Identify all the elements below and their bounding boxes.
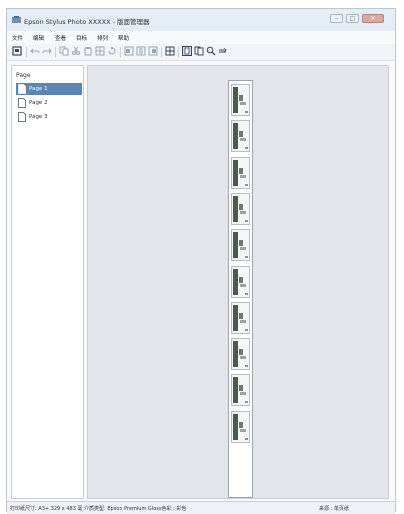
maximize-button[interactable]: □	[346, 14, 359, 23]
menu-target[interactable]: 目标	[76, 34, 87, 42]
photo-thumbnail[interactable]	[231, 192, 250, 225]
close-button[interactable]: ✕	[362, 14, 384, 23]
layout-canvas[interactable]	[87, 65, 389, 499]
photo-thumbnail[interactable]	[231, 120, 250, 153]
photo-thumbnail[interactable]	[231, 338, 250, 371]
page-list-panel: Page Page 1 Page 2 Page 3	[11, 65, 84, 499]
menu-arrange[interactable]: 排列	[97, 34, 108, 42]
page-list-item-label: Page 2	[29, 100, 48, 106]
photo-thumbnail[interactable]	[231, 301, 250, 334]
page-list-item-3[interactable]: Page 3	[16, 111, 82, 123]
page-icon	[18, 84, 26, 94]
page-icon	[18, 112, 26, 122]
cut-icon[interactable]	[71, 46, 81, 56]
duplicate-icon[interactable]	[95, 46, 105, 56]
multi-page-icon[interactable]	[194, 46, 204, 56]
menu-file[interactable]: 文件	[12, 34, 23, 42]
grid-icon[interactable]	[165, 46, 175, 56]
rotate-icon[interactable]	[107, 46, 117, 56]
photo-thumbnail[interactable]	[231, 156, 250, 189]
status-bar: 打印纸尺寸: A3+ 329 x 483 毫 介质类型: Epson Premi…	[7, 501, 395, 514]
title-bar: Epson Stylus Photo XXXXX - 版面管理器 – □ ✕	[7, 9, 395, 32]
status-paper-info: 打印纸尺寸: A3+ 329 x 483 毫 介质类型: Epson Premi…	[10, 506, 187, 512]
minimize-button[interactable]: –	[330, 14, 343, 23]
menu-help[interactable]: 帮助	[118, 34, 129, 42]
page-list-item-label: Page 1	[29, 86, 48, 92]
layout-icon[interactable]	[12, 46, 22, 56]
photo-thumbnail[interactable]	[231, 265, 250, 298]
page-icon	[18, 98, 26, 108]
page-list-item-label: Page 3	[29, 114, 48, 120]
menu-view[interactable]: 查看	[55, 34, 66, 42]
photo-thumbnail[interactable]	[231, 410, 250, 443]
toolbar-separator	[55, 47, 56, 57]
toolbar-separator	[120, 47, 121, 57]
copy-icon[interactable]	[59, 46, 69, 56]
layout-manager-window: Epson Stylus Photo XXXXX - 版面管理器 – □ ✕ 文…	[6, 8, 396, 514]
align-center-icon[interactable]	[136, 46, 146, 56]
app-icon	[12, 16, 21, 23]
window-title: Epson Stylus Photo XXXXX - 版面管理器	[24, 18, 150, 26]
print-sheet[interactable]	[228, 80, 253, 498]
toolbar-separator	[26, 47, 27, 57]
paste-icon[interactable]	[83, 46, 93, 56]
menu-edit[interactable]: 编辑	[33, 34, 44, 42]
align-right-icon[interactable]	[148, 46, 158, 56]
toolbar-separator	[178, 47, 179, 57]
toolbar	[7, 44, 395, 61]
photo-thumbnail[interactable]	[231, 84, 250, 116]
photo-thumbnail[interactable]	[231, 229, 250, 262]
page-list-item-1[interactable]: Page 1	[16, 83, 82, 95]
align-left-icon[interactable]	[124, 46, 134, 56]
page-list-title: Page	[16, 72, 31, 79]
redo-icon[interactable]	[42, 46, 52, 56]
toolbar-separator	[161, 47, 162, 57]
settings-icon[interactable]	[218, 46, 228, 56]
single-page-icon[interactable]	[182, 46, 192, 56]
photo-thumbnail[interactable]	[231, 374, 250, 407]
status-source: 来源 : 单页纸	[319, 506, 349, 512]
zoom-icon[interactable]	[206, 46, 216, 56]
page-list-item-2[interactable]: Page 2	[16, 97, 82, 109]
undo-icon[interactable]	[30, 46, 40, 56]
menu-bar: 文件 编辑 查看 目标 排列 帮助	[7, 31, 395, 44]
